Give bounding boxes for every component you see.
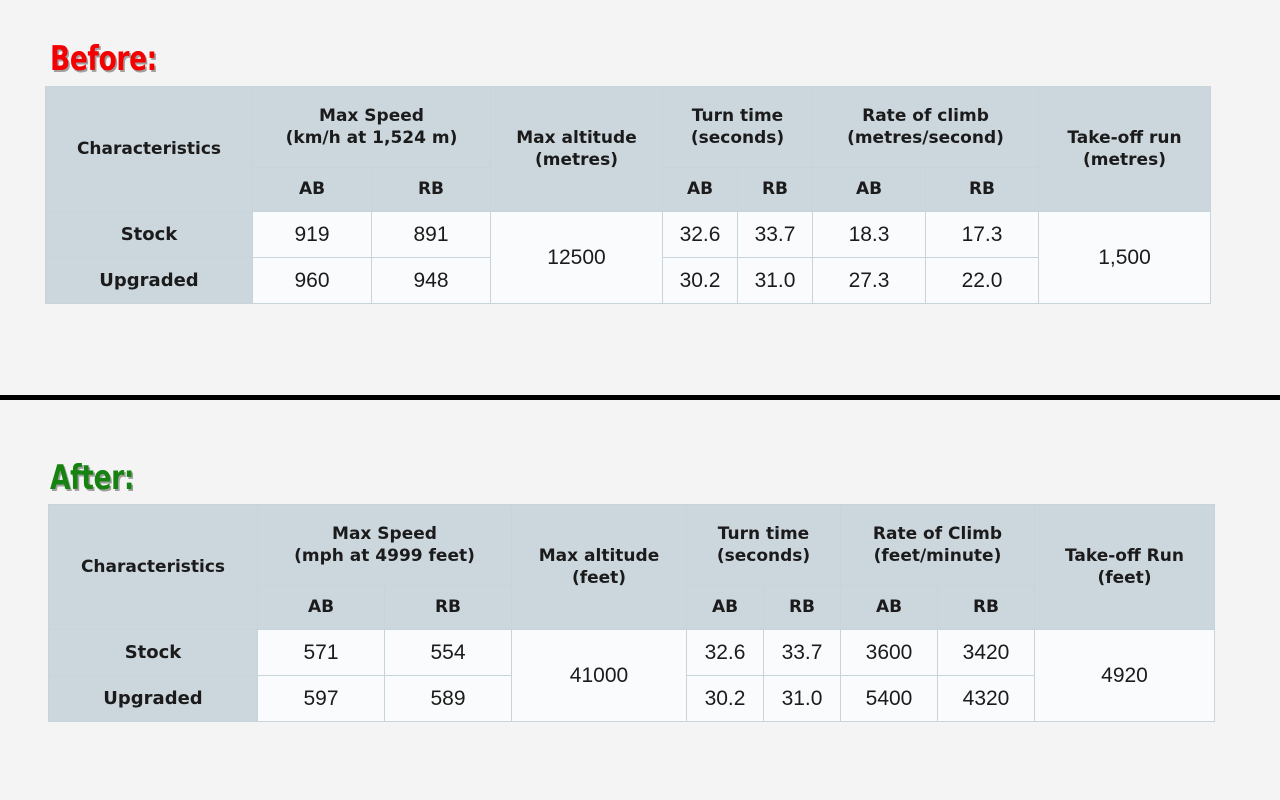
cell-upgraded-speed-ab: 960 [252, 257, 372, 304]
cell-upgraded-turn-rb: 31.0 [737, 257, 813, 304]
table-header-group-row: Characteristics Max Speed (km/h at 1,524… [45, 86, 1211, 212]
header-max-altitude-unit: (metres) [535, 150, 618, 170]
header-max-altitude: Max altitude (feet) [511, 504, 687, 630]
header-max-speed-unit: (mph at 4999 feet) [294, 546, 475, 566]
header-climb-ab: AB [812, 167, 926, 212]
header-takeoff-run-unit: (metres) [1083, 150, 1166, 170]
cell-upgraded-speed-rb: 948 [371, 257, 491, 304]
header-takeoff-run-title: Take-off run [1067, 127, 1182, 148]
cell-takeoff-run: 4920 [1034, 629, 1215, 722]
header-speed-rb: RB [384, 585, 512, 630]
header-rate-of-climb: Rate of climb (metres/second) [812, 86, 1039, 168]
row-label-stock: Stock [45, 211, 253, 258]
cell-upgraded-turn-rb: 31.0 [763, 675, 841, 722]
cell-upgraded-climb-rb: 4320 [937, 675, 1035, 722]
cell-upgraded-speed-rb: 589 [384, 675, 512, 722]
cell-stock-turn-rb: 33.7 [737, 211, 813, 258]
cell-upgraded-climb-ab: 5400 [840, 675, 938, 722]
header-max-altitude-unit: (feet) [571, 568, 627, 588]
table-row: Stock 571 554 41000 32.6 33.7 3600 3420 … [48, 629, 1215, 722]
header-takeoff-run-unit: (feet) [1097, 568, 1152, 588]
header-turn-time: Turn time (seconds) [662, 86, 813, 168]
section-divider [0, 395, 1280, 400]
cell-stock-speed-ab: 919 [252, 211, 372, 258]
header-rate-of-climb: Rate of Climb (feet/minute) [840, 504, 1035, 586]
cell-upgraded-climb-rb: 22.0 [925, 257, 1039, 304]
cell-upgraded-turn-ab: 30.2 [662, 257, 738, 304]
header-max-speed: Max Speed (km/h at 1,524 m) [252, 86, 491, 168]
header-turn-time-title: Turn time [717, 523, 810, 544]
cell-stock-speed-rb: 554 [384, 629, 512, 676]
header-turn-ab: AB [686, 585, 764, 630]
header-takeoff-run-title: Take-off Run [1065, 545, 1184, 566]
header-rate-of-climb-unit: (metres/second) [847, 128, 1004, 148]
cell-max-altitude: 41000 [511, 629, 687, 722]
before-section-label: Before: [50, 39, 157, 79]
after-table-container: Characteristics Max Speed (mph at 4999 f… [48, 504, 1215, 722]
header-rate-of-climb-title: Rate of Climb [872, 523, 1003, 544]
row-label-upgraded: Upgraded [48, 675, 258, 722]
header-takeoff-run: Take-off run (metres) [1038, 86, 1211, 212]
header-max-altitude-title: Max altitude [538, 545, 660, 566]
cell-stock-climb-ab: 18.3 [812, 211, 926, 258]
header-max-speed-unit: (km/h at 1,524 m) [285, 128, 458, 148]
header-rate-of-climb-unit: (feet/minute) [873, 546, 1002, 566]
cell-stock-climb-rb: 3420 [937, 629, 1035, 676]
header-max-speed-title: Max Speed [319, 105, 424, 126]
header-climb-ab: AB [840, 585, 938, 630]
header-turn-rb: RB [737, 167, 813, 212]
after-specs-table: Characteristics Max Speed (mph at 4999 f… [48, 504, 1215, 722]
cell-upgraded-turn-ab: 30.2 [686, 675, 764, 722]
cell-stock-turn-ab: 32.6 [686, 629, 764, 676]
header-characteristics: Characteristics [48, 504, 258, 630]
table-row: Stock 919 891 12500 32.6 33.7 18.3 17.3 … [45, 211, 1211, 304]
cell-takeoff-run: 1,500 [1038, 211, 1211, 304]
row-label-upgraded: Upgraded [45, 257, 253, 304]
header-turn-time: Turn time (seconds) [686, 504, 841, 586]
header-turn-ab: AB [662, 167, 738, 212]
header-turn-time-unit: (seconds) [716, 546, 811, 566]
row-label-stock: Stock [48, 629, 258, 676]
header-characteristics: Characteristics [45, 86, 253, 212]
cell-upgraded-speed-ab: 597 [257, 675, 385, 722]
header-max-speed-title: Max Speed [332, 523, 437, 544]
cell-stock-climb-rb: 17.3 [925, 211, 1039, 258]
cell-upgraded-climb-ab: 27.3 [812, 257, 926, 304]
header-speed-ab: AB [257, 585, 385, 630]
cell-max-altitude: 12500 [490, 211, 663, 304]
header-speed-rb: RB [371, 167, 491, 212]
page-root: Before: Characteristics Max Speed (km/h … [0, 0, 1280, 800]
cell-stock-turn-rb: 33.7 [763, 629, 841, 676]
header-rate-of-climb-title: Rate of climb [862, 105, 989, 126]
header-turn-time-title: Turn time [691, 105, 784, 126]
table-header-group-row: Characteristics Max Speed (mph at 4999 f… [48, 504, 1215, 630]
header-max-speed: Max Speed (mph at 4999 feet) [257, 504, 512, 586]
cell-stock-speed-ab: 571 [257, 629, 385, 676]
header-climb-rb: RB [937, 585, 1035, 630]
header-takeoff-run: Take-off Run (feet) [1034, 504, 1215, 630]
cell-stock-speed-rb: 891 [371, 211, 491, 258]
after-section-label: After: [50, 458, 135, 498]
header-max-altitude: Max altitude (metres) [490, 86, 663, 212]
header-speed-ab: AB [252, 167, 372, 212]
before-table-container: Characteristics Max Speed (km/h at 1,524… [45, 86, 1211, 304]
header-turn-time-unit: (seconds) [690, 128, 785, 148]
cell-stock-turn-ab: 32.6 [662, 211, 738, 258]
before-specs-table: Characteristics Max Speed (km/h at 1,524… [45, 86, 1211, 304]
header-climb-rb: RB [925, 167, 1039, 212]
cell-stock-climb-ab: 3600 [840, 629, 938, 676]
header-turn-rb: RB [763, 585, 841, 630]
header-max-altitude-title: Max altitude [516, 127, 637, 148]
